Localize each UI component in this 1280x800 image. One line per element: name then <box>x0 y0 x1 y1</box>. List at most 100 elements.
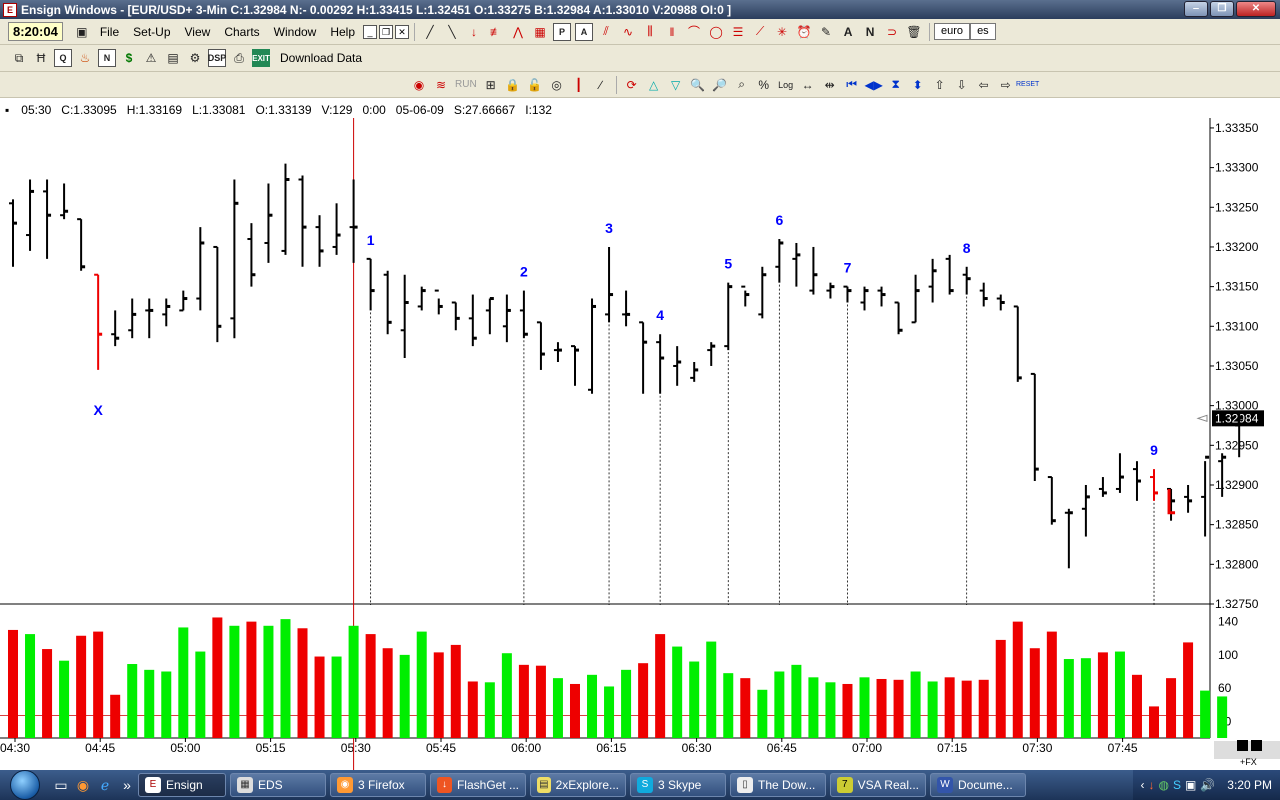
news-icon[interactable]: N <box>98 49 116 67</box>
expand-h-icon[interactable]: ↔ <box>799 76 817 94</box>
arrow-up-icon[interactable]: ⇧ <box>931 76 949 94</box>
task-firefox[interactable]: ◉ 3 Firefox <box>330 773 426 797</box>
ie-quicklaunch-icon[interactable]: ℯ <box>94 774 116 796</box>
task-2xexplorer[interactable]: ▤ 2xExplore... <box>530 773 626 797</box>
a-tool-icon[interactable]: A <box>575 22 594 41</box>
log-icon[interactable]: Log <box>777 76 795 94</box>
text-tool-icon[interactable]: A <box>839 23 857 41</box>
zoom-fit-icon[interactable]: ⌕ <box>733 76 751 94</box>
fire-icon[interactable]: ♨ <box>76 49 94 67</box>
note-tool-icon[interactable]: N <box>861 23 879 41</box>
expand-v-icon[interactable]: ⬍ <box>909 76 927 94</box>
exit-icon[interactable]: EXIT <box>252 49 270 67</box>
firefox-quicklaunch-icon[interactable]: ◉ <box>72 774 94 796</box>
show-desktop-icon[interactable]: ▭ <box>50 774 72 796</box>
lock-icon[interactable]: 🔒 <box>504 76 522 94</box>
portfolio-icon[interactable]: ▤ <box>164 49 182 67</box>
tray-monitor-icon[interactable]: ▣ <box>1185 778 1196 792</box>
bars-tool-icon[interactable]: ‖ <box>663 23 681 41</box>
mdi-restore-icon[interactable]: ❐ <box>379 24 394 39</box>
start-button[interactable] <box>0 770 50 800</box>
clock-tool-icon[interactable]: ◉ <box>410 76 428 94</box>
percent-icon[interactable]: % <box>755 76 773 94</box>
gann-tool-icon[interactable]: ✳ <box>773 23 791 41</box>
alarm-icon[interactable]: ⏰ <box>795 23 813 41</box>
arrow-down-tool-icon[interactable]: ↓ <box>465 23 483 41</box>
tray-network-icon[interactable]: ◍ <box>1159 778 1169 792</box>
candle-icon[interactable]: ┃ <box>570 76 588 94</box>
minimize-icon[interactable]: ‒ <box>1184 1 1208 17</box>
maximize-icon[interactable]: ❐ <box>1210 1 1234 17</box>
menu-window[interactable]: Window <box>274 25 317 39</box>
chart-window[interactable]: 1.33350 1.33300 1.33250 1.33200 1.33150 1.331… <box>0 98 1280 770</box>
refresh-icon[interactable]: ⟳ <box>623 76 641 94</box>
arrow-down-icon[interactable]: ⇩ <box>953 76 971 94</box>
trash-icon[interactable]: 🗑 <box>905 23 923 41</box>
menu-charts[interactable]: Charts <box>224 25 259 39</box>
menu-help[interactable]: Help <box>330 25 355 39</box>
unlock-icon[interactable]: 🔓 <box>526 76 544 94</box>
tray-skype-icon[interactable]: S <box>1173 778 1181 792</box>
tray-expand-icon[interactable]: ‹ <box>1141 778 1145 792</box>
compress-h-icon[interactable]: ⇹ <box>821 76 839 94</box>
wave-tool-icon[interactable]: ∿ <box>619 23 637 41</box>
print-icon[interactable]: ⎙ <box>230 49 248 67</box>
symbol-tab-euro[interactable]: euro <box>934 23 971 40</box>
grid-tool-icon[interactable]: ▦ <box>531 23 549 41</box>
wave-icon[interactable]: ≋ <box>432 76 450 94</box>
channel-tool-icon[interactable]: ⫽ <box>597 23 615 41</box>
download-data-button[interactable]: Download Data <box>280 51 362 65</box>
mdi-close-icon[interactable]: ✕ <box>395 24 410 39</box>
mdi-minimize-icon[interactable]: _ <box>363 24 378 39</box>
arrow-right-icon[interactable]: ⇨ <box>997 76 1015 94</box>
scroll-start-icon[interactable]: ⏮ <box>843 76 861 94</box>
menu-setup[interactable]: Set-Up <box>133 25 170 39</box>
fan-tool-icon[interactable]: ⋀ <box>509 23 527 41</box>
fibonacci-icon[interactable]: ≢ <box>487 23 505 41</box>
menu-file[interactable]: File <box>100 25 119 39</box>
task-eds[interactable]: ▦ EDS <box>230 773 326 797</box>
run-button[interactable]: RUN <box>455 79 477 90</box>
task-the-dow[interactable]: ▯ The Dow... <box>730 773 826 797</box>
tray-flashget-icon[interactable]: ↓ <box>1149 778 1155 792</box>
hist-icon[interactable]: Ħ <box>32 49 50 67</box>
magnet-icon[interactable]: ⊃ <box>883 23 901 41</box>
quote-icon[interactable]: Q <box>54 49 72 67</box>
p-tool-icon[interactable]: P <box>553 22 572 41</box>
ellipse-tool-icon[interactable]: ◯ <box>707 23 725 41</box>
line-tool-icon[interactable]: ╱ <box>421 23 439 41</box>
settings-icon[interactable]: ⚙ <box>186 49 204 67</box>
arc-tool-icon[interactable]: ⌒ <box>685 23 703 41</box>
arrow-left-icon[interactable]: ⇦ <box>975 76 993 94</box>
task-ensign[interactable]: E Ensign <box>138 773 226 797</box>
reset-icon[interactable]: RESET <box>1016 76 1039 94</box>
menu-view[interactable]: View <box>185 25 211 39</box>
task-documents[interactable]: W Docume... <box>930 773 1026 797</box>
compress-v-icon[interactable]: ⧗ <box>887 76 905 94</box>
triangle-up-icon[interactable]: △ <box>645 76 663 94</box>
target-icon[interactable]: ◎ <box>548 76 566 94</box>
link-icon[interactable]: ⊞ <box>482 76 500 94</box>
task-skype[interactable]: S3 Skype <box>630 773 726 797</box>
price-volume-chart[interactable]: 1.33350 1.33300 1.33250 1.33200 1.33150 1.331… <box>0 98 1280 770</box>
zoom-in-icon[interactable]: 🔍 <box>689 76 707 94</box>
alert-icon[interactable]: ⚠ <box>142 49 160 67</box>
symbol-tab-es[interactable]: es <box>970 23 996 40</box>
triangle-down-icon[interactable]: ▽ <box>667 76 685 94</box>
scroll-both-icon[interactable]: ◀▶ <box>864 76 882 94</box>
lines-tool-icon[interactable]: ☰ <box>729 23 747 41</box>
app-icon[interactable]: E <box>3 2 17 17</box>
cycle-tool-icon[interactable]: ⫼ <box>641 23 659 41</box>
speed-line-icon[interactable]: ⟋ <box>751 23 769 41</box>
tray-volume-icon[interactable]: 🔊 <box>1200 778 1215 792</box>
zoom-out-icon[interactable]: 🔎 <box>711 76 729 94</box>
ensign-doc-icon[interactable]: ▣ <box>73 23 91 41</box>
task-vsa[interactable]: 7 VSA Real... <box>830 773 926 797</box>
windows-icon[interactable]: ⧉ <box>10 49 28 67</box>
more-quicklaunch-icon[interactable]: » <box>116 774 138 796</box>
line-chart-icon[interactable]: ∕ <box>592 76 610 94</box>
task-flashget[interactable]: ↓ FlashGet ... <box>430 773 526 797</box>
ray-tool-icon[interactable]: ╲ <box>443 23 461 41</box>
dsp-icon[interactable]: DSP <box>208 49 226 67</box>
marker-icon[interactable]: ✎ <box>817 23 835 41</box>
